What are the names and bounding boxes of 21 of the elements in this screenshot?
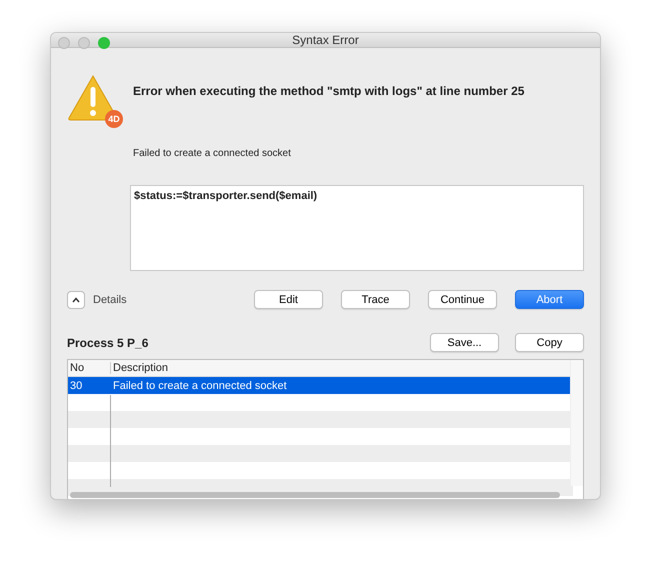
column-header[interactable]: No — [68, 362, 110, 374]
close-button[interactable] — [58, 37, 70, 49]
action-button[interactable]: Trace — [341, 290, 410, 309]
table-row[interactable]: 30 Failed to create a connected socket — [68, 377, 573, 394]
error-message: Failed to create a connected socket — [133, 148, 292, 159]
details-label: Details — [93, 294, 128, 306]
caret-icon — [72, 296, 80, 302]
action-button[interactable]: Edit — [254, 290, 323, 309]
action-button[interactable]: Continue — [428, 290, 497, 309]
process-button[interactable]: Save... — [430, 333, 499, 352]
code-box: $status:=$transporter.send($email) — [130, 185, 584, 271]
scrollbar-thumb[interactable] — [70, 492, 560, 498]
minimize-button[interactable] — [78, 37, 90, 49]
disclosure-button[interactable] — [67, 290, 85, 308]
window-title: Syntax Error — [292, 33, 359, 47]
process-title: Process 5 P_6 — [67, 336, 150, 350]
action-button[interactable]: Abort — [515, 290, 584, 309]
error-heading: Error when executing the method "smtp with logs" at line number 25 — [133, 84, 524, 98]
process-button[interactable]: Copy — [515, 333, 584, 352]
app-badge: 4D — [105, 110, 123, 128]
zoom-button[interactable] — [98, 37, 110, 49]
